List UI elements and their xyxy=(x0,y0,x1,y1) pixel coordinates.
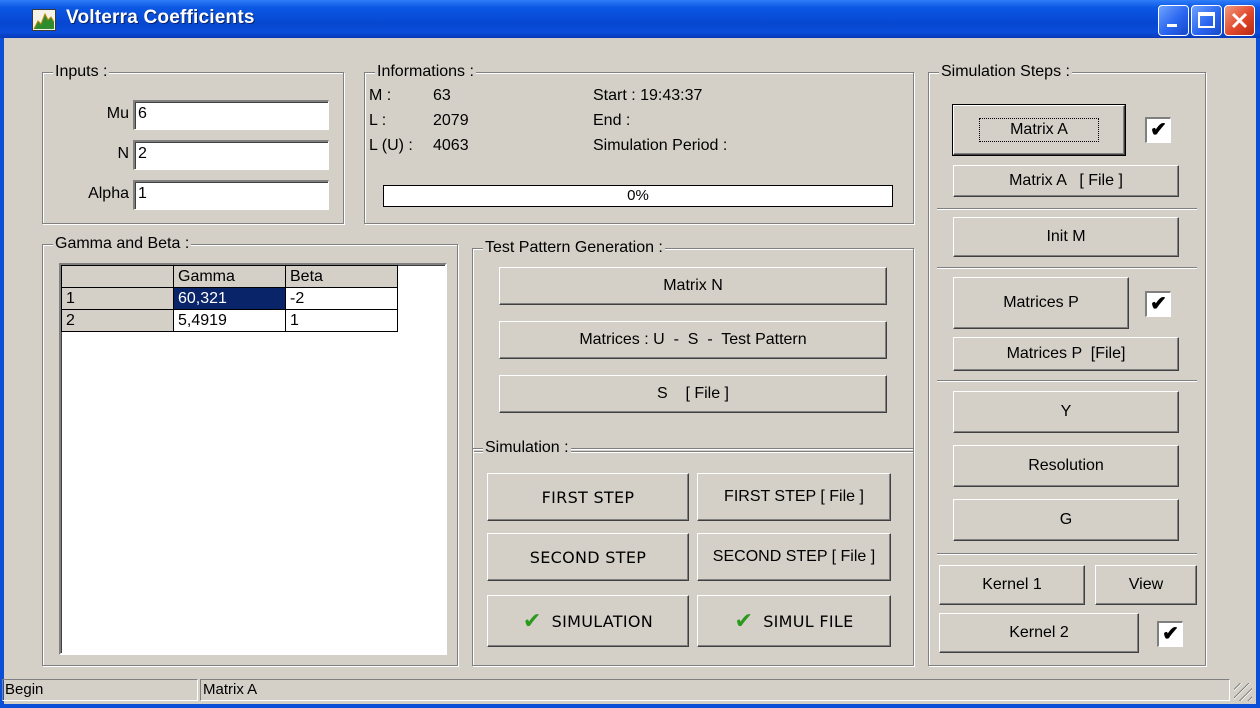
minimize-button[interactable] xyxy=(1158,5,1189,36)
matrices-p-button[interactable]: Matrices P xyxy=(953,277,1129,329)
kernel2-button[interactable]: Kernel 2 xyxy=(939,613,1139,653)
m-label: M : xyxy=(369,87,392,104)
header-corner xyxy=(61,265,174,288)
y-button[interactable]: Y xyxy=(953,391,1179,433)
gamma-beta-grid[interactable]: Gamma Beta 1 60,321 -2 2 5,4919 1 xyxy=(59,263,447,655)
resolution-button[interactable]: Resolution xyxy=(953,445,1179,487)
beta-cell[interactable]: 1 xyxy=(285,309,398,332)
check-icon: ✔ xyxy=(734,608,754,634)
table-row: 1 60,321 -2 xyxy=(61,287,398,310)
init-m-button[interactable]: Init M xyxy=(953,217,1179,257)
beta-cell[interactable]: -2 xyxy=(285,287,398,310)
progress-bar: 0% xyxy=(383,185,893,207)
informations-group: Informations : M : 63 L : 2079 L (U) : 4… xyxy=(364,63,914,224)
table-header-row: Gamma Beta xyxy=(61,265,398,288)
informations-legend: Informations : xyxy=(375,63,476,81)
gamma-beta-legend: Gamma and Beta : xyxy=(53,235,192,253)
mu-input[interactable]: 6 xyxy=(133,100,329,130)
matrix-a-file-button[interactable]: Matrix A [ File ] xyxy=(953,165,1179,197)
m-value: 63 xyxy=(433,87,451,104)
gamma-beta-table: Gamma Beta 1 60,321 -2 2 5,4919 1 xyxy=(61,265,398,332)
gamma-cell[interactable]: 60,321 xyxy=(173,287,286,310)
second-step-file-button[interactable]: SECOND STEP [ File ] xyxy=(697,533,891,581)
simulation-button[interactable]: ✔ SIMULATION xyxy=(487,595,689,647)
g-button[interactable]: G xyxy=(953,499,1179,541)
matrix-a-checkbox[interactable]: ✔ xyxy=(1145,117,1171,143)
simulation-legend: Simulation : xyxy=(483,439,571,457)
maximize-button[interactable] xyxy=(1191,5,1222,36)
main-window: Volterra Coefficients Inputs : Mu 6 N 2 … xyxy=(0,0,1260,708)
matrices-p-checkbox[interactable]: ✔ xyxy=(1145,291,1171,317)
status-bar: Begin Matrix A xyxy=(2,676,1256,704)
simulation-group: Simulation : FIRST STEP FIRST STEP [ Fil… xyxy=(472,439,914,666)
lu-value: 4063 xyxy=(433,137,469,154)
simulation-steps-legend: Simulation Steps : xyxy=(939,63,1072,81)
title-bar[interactable]: Volterra Coefficients xyxy=(0,0,1260,38)
first-step-file-button[interactable]: FIRST STEP [ File ] xyxy=(697,473,891,521)
start-time: Start : 19:43:37 xyxy=(593,87,703,104)
app-chart-icon xyxy=(32,9,56,31)
minimize-icon xyxy=(1167,24,1177,27)
matrix-n-button[interactable]: Matrix N xyxy=(499,267,887,305)
simulation-label: SIMULATION xyxy=(551,611,654,631)
row-index: 2 xyxy=(61,309,174,332)
divider xyxy=(937,380,1197,382)
table-row: 2 5,4919 1 xyxy=(61,309,398,332)
view-button[interactable]: View xyxy=(1095,565,1197,605)
header-gamma: Gamma xyxy=(173,265,286,288)
alpha-label: Alpha xyxy=(88,185,129,202)
simulation-period: Simulation Period : xyxy=(593,137,728,154)
row-index: 1 xyxy=(61,287,174,310)
status-panel-state: Begin xyxy=(2,679,198,701)
header-beta: Beta xyxy=(285,265,398,288)
gamma-cell[interactable]: 5,4919 xyxy=(173,309,286,332)
simul-file-button[interactable]: ✔ SIMUL FILE xyxy=(697,595,891,647)
matrix-a-button[interactable]: Matrix A xyxy=(952,104,1126,156)
first-step-button[interactable]: FIRST STEP xyxy=(487,473,689,521)
close-button[interactable] xyxy=(1224,5,1255,36)
lu-label: L (U) : xyxy=(369,137,413,154)
n-label: N xyxy=(117,145,129,162)
second-step-button[interactable]: SECOND STEP xyxy=(487,533,689,581)
matrices-usp-button[interactable]: Matrices : U - S - Test Pattern xyxy=(499,321,887,359)
resize-grip-icon[interactable] xyxy=(1234,683,1252,701)
s-file-button[interactable]: S [ File ] xyxy=(499,375,887,413)
test-pattern-legend: Test Pattern Generation : xyxy=(483,239,665,257)
gamma-beta-group: Gamma and Beta : Gamma Beta 1 60,321 -2 … xyxy=(42,235,458,666)
kernel1-button[interactable]: Kernel 1 xyxy=(939,565,1085,605)
simul-file-label: SIMUL FILE xyxy=(763,611,854,631)
inputs-group: Inputs : Mu 6 N 2 Alpha 1 xyxy=(42,63,344,224)
client-area: Inputs : Mu 6 N 2 Alpha 1 Informations :… xyxy=(2,38,1256,704)
inputs-legend: Inputs : xyxy=(53,63,110,81)
divider xyxy=(937,553,1197,555)
maximize-icon xyxy=(1198,12,1215,28)
l-value: 2079 xyxy=(433,112,469,129)
simulation-steps-group: Simulation Steps : Matrix A ✔ Matrix A [… xyxy=(928,63,1206,666)
kernel2-checkbox[interactable]: ✔ xyxy=(1157,621,1183,647)
status-panel-step: Matrix A xyxy=(200,679,1230,701)
progress-text: 0% xyxy=(627,187,649,204)
matrices-p-file-button[interactable]: Matrices P [File] xyxy=(953,337,1179,371)
l-label: L : xyxy=(369,112,387,129)
test-pattern-group: Test Pattern Generation : Matrix N Matri… xyxy=(472,239,914,452)
end-time: End : xyxy=(593,112,631,129)
check-icon: ✔ xyxy=(522,608,542,634)
divider xyxy=(937,208,1197,210)
matrix-a-label: Matrix A xyxy=(979,118,1099,142)
window-title: Volterra Coefficients xyxy=(66,7,255,28)
close-icon xyxy=(1231,12,1248,29)
mu-label: Mu xyxy=(106,105,129,122)
n-input[interactable]: 2 xyxy=(133,140,329,170)
alpha-input[interactable]: 1 xyxy=(133,180,329,210)
divider xyxy=(937,267,1197,269)
